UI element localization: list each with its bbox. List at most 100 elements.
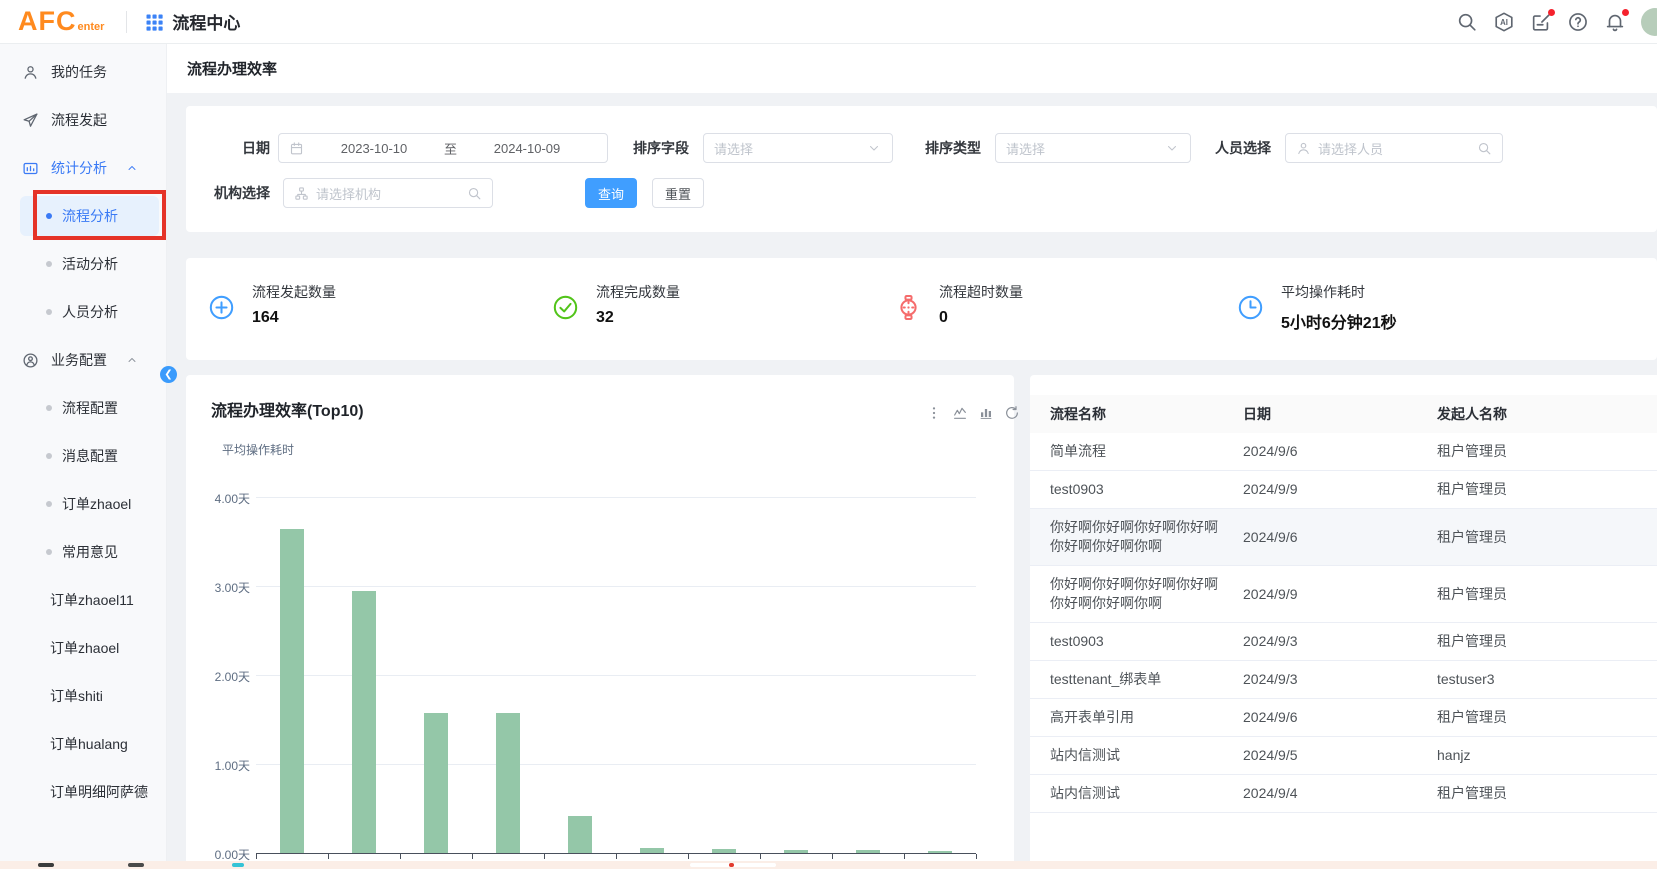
- org-tree-icon: [294, 186, 309, 201]
- chevron-up-icon: [126, 162, 138, 174]
- table-row[interactable]: test09032024/9/9租户管理员: [1030, 471, 1657, 509]
- help-icon[interactable]: [1567, 11, 1589, 33]
- logo-text: AFC: [18, 8, 77, 35]
- bullet-dot: [46, 405, 52, 411]
- stat-value: 0: [939, 309, 1023, 327]
- y-tick-label: 1.00天: [192, 757, 250, 774]
- watch-icon: [895, 294, 922, 321]
- column-header-日期: 日期: [1243, 404, 1437, 424]
- chart-title: 流程办理效率(Top10): [211, 397, 364, 421]
- table-row[interactable]: 你好啊你好啊你好啊你好啊你好啊你好啊你啊2024/9/9租户管理员: [1030, 566, 1657, 623]
- cell-initiator: testuser3: [1437, 670, 1657, 689]
- filter-panel: 日期 2023-10-10 至 2024-10-09 排序字段 请选择 排序类型…: [186, 106, 1657, 232]
- chevron-down-icon: [1165, 141, 1180, 156]
- column-header-流程名称: 流程名称: [1050, 404, 1243, 424]
- stat-label: 平均操作耗时: [1281, 282, 1397, 302]
- gridline: [256, 586, 976, 587]
- page-title-bar: 流程办理效率: [167, 44, 1657, 93]
- bell-icon[interactable]: [1604, 11, 1626, 33]
- chart-toolbar: [926, 405, 1046, 421]
- sidebar-item-订单明细阿萨德[interactable]: 订单明细阿萨德: [0, 768, 166, 816]
- sidebar-item-label: 流程发起: [51, 110, 107, 130]
- cell-process-name: test0903: [1050, 632, 1243, 651]
- sidebar-item-常用意见[interactable]: 常用意见: [0, 528, 166, 576]
- check-circle-icon: [552, 294, 579, 321]
- stat-card-流程完成数量: 流程完成数量32: [552, 282, 680, 327]
- y-axis-name: 平均操作耗时: [222, 441, 294, 458]
- sidebar-item-订单zhaoel[interactable]: 订单zhaoel: [0, 480, 166, 528]
- table-row[interactable]: 你好啊你好啊你好啊你好啊你好啊你好啊你啊2024/9/6租户管理员: [1030, 509, 1657, 566]
- sidebar-item-label: 活动分析: [62, 254, 118, 274]
- query-button[interactable]: 查询: [585, 178, 637, 208]
- chevron-up-icon: [126, 354, 138, 366]
- bullet-dot: [46, 549, 52, 555]
- date-start-value[interactable]: 2023-10-10: [304, 141, 444, 156]
- cell-date: 2024/9/9: [1243, 585, 1437, 604]
- refresh-icon[interactable]: [1004, 405, 1020, 421]
- person-placeholder: 请选择人员: [1318, 139, 1383, 158]
- stat-value: 32: [596, 309, 680, 327]
- table-row[interactable]: 站内信测试2024/9/4租户管理员: [1030, 775, 1657, 813]
- process-table-panel: 流程名称日期发起人名称 简单流程2024/9/6租户管理员test0903202…: [1030, 375, 1657, 869]
- bar-站内信...: [784, 850, 808, 853]
- date-range-input[interactable]: 2023-10-10 至 2024-10-09: [278, 133, 608, 163]
- sidebar-item-订单zhaoel[interactable]: 订单zhaoel: [0, 624, 166, 672]
- sidebar-item-订单zhaoel11[interactable]: 订单zhaoel11: [0, 576, 166, 624]
- sidebar-item-消息配置[interactable]: 消息配置: [0, 432, 166, 480]
- bar-chart-icon[interactable]: [978, 405, 994, 421]
- table-row[interactable]: 高开表单引用2024/9/6租户管理员: [1030, 699, 1657, 737]
- cell-date: 2024/9/3: [1243, 670, 1437, 689]
- sort-field-label: 排序字段: [633, 133, 689, 163]
- table-row[interactable]: 简单流程2024/9/6租户管理员: [1030, 433, 1657, 471]
- avatar[interactable]: [1641, 8, 1657, 36]
- sidebar-item-流程配置[interactable]: 流程配置: [0, 384, 166, 432]
- stats-icon: [22, 160, 39, 177]
- sidebar-item-流程发起[interactable]: 流程发起: [0, 96, 166, 144]
- app-logo[interactable]: AFC enter: [18, 8, 104, 35]
- top-bar: AFC enter 流程中心 AI: [0, 0, 1657, 44]
- cell-process-name: testtenant_绑表单: [1050, 670, 1243, 689]
- sidebar-item-label: 订单hualang: [50, 734, 128, 754]
- sidebar-item-统计分析[interactable]: 统计分析: [0, 144, 166, 192]
- line-chart-icon[interactable]: [952, 405, 968, 421]
- bullet-dot: [46, 501, 52, 507]
- column-header-发起人名称: 发起人名称: [1437, 404, 1657, 424]
- sort-field-select[interactable]: 请选择: [703, 133, 893, 163]
- sort-type-label: 排序类型: [925, 133, 981, 163]
- bullet-dot: [46, 261, 52, 267]
- cell-date: 2024/9/4: [1243, 784, 1437, 803]
- table-row[interactable]: test09032024/9/3租户管理员: [1030, 623, 1657, 661]
- sidebar-item-业务配置[interactable]: 业务配置: [0, 336, 166, 384]
- org-picker-input[interactable]: 请选择机构: [283, 178, 493, 208]
- compose-icon[interactable]: [1530, 11, 1552, 33]
- person-picker-input[interactable]: 请选择人员: [1285, 133, 1503, 163]
- axis-tick: [544, 854, 545, 859]
- y-tick-label: 2.00天: [192, 668, 250, 685]
- more-dots-icon[interactable]: [926, 405, 942, 421]
- search-icon[interactable]: [1456, 11, 1478, 33]
- cell-initiator: 租户管理员: [1437, 585, 1657, 604]
- sidebar-item-label: 常用意见: [62, 542, 118, 562]
- sidebar-item-人员分析[interactable]: 人员分析: [0, 288, 166, 336]
- axis-tick: [400, 854, 401, 859]
- sort-type-select[interactable]: 请选择: [995, 133, 1191, 163]
- sidebar-item-订单shiti[interactable]: 订单shiti: [0, 672, 166, 720]
- date-end-value[interactable]: 2024-10-09: [457, 141, 597, 156]
- table-header: 流程名称日期发起人名称: [1030, 395, 1657, 433]
- sidebar-item-流程分析[interactable]: 流程分析: [0, 192, 166, 240]
- sidebar-collapse-toggle[interactable]: ❮: [160, 366, 177, 383]
- axis-tick: [904, 854, 905, 859]
- bar-tes...: [352, 591, 376, 853]
- ai-icon[interactable]: AI: [1493, 11, 1515, 33]
- org-label: 机构选择: [213, 178, 270, 208]
- cell-date: 2024/9/6: [1243, 442, 1437, 461]
- sidebar-item-活动分析[interactable]: 活动分析: [0, 240, 166, 288]
- sidebar-item-label: 流程分析: [62, 206, 118, 226]
- axis-tick: [976, 854, 977, 859]
- table-row[interactable]: testtenant_绑表单2024/9/3testuser3: [1030, 661, 1657, 699]
- table-row[interactable]: 站内信测试2024/9/5hanjz: [1030, 737, 1657, 775]
- reset-button[interactable]: 重置: [652, 178, 704, 208]
- sort-type-placeholder: 请选择: [1006, 139, 1045, 158]
- sidebar-item-我的任务[interactable]: 我的任务: [0, 48, 166, 96]
- sidebar-item-订单hualang[interactable]: 订单hualang: [0, 720, 166, 768]
